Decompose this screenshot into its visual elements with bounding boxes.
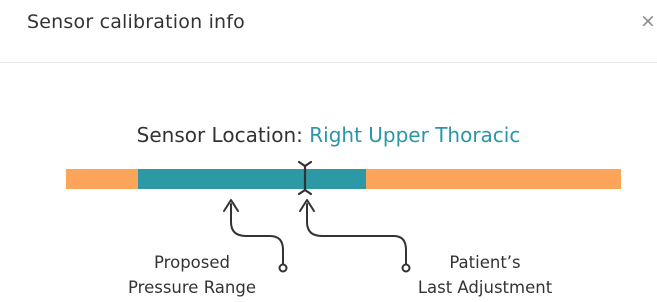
dialog-title: Sensor calibration info bbox=[27, 11, 245, 33]
proposed-pressure-range bbox=[138, 169, 366, 189]
close-icon[interactable]: × bbox=[640, 10, 657, 32]
calibration-dialog: Sensor calibration info × Sensor Locatio… bbox=[0, 0, 657, 302]
sensor-location: Sensor Location: Right Upper Thoracic bbox=[0, 123, 657, 147]
last-adjustment-marker-icon bbox=[297, 160, 312, 196]
proposed-label-line2: Pressure Range bbox=[128, 278, 256, 297]
last-adjustment-arrow-icon bbox=[299, 199, 411, 273]
proposed-label-line1: Proposed bbox=[154, 253, 230, 272]
patient-label-line2: Last Adjustment bbox=[417, 278, 553, 297]
sensor-location-value: Right Upper Thoracic bbox=[309, 123, 521, 147]
patient-label-line1: Patient’s bbox=[449, 253, 521, 272]
dialog-header: Sensor calibration info × bbox=[0, 0, 657, 63]
proposed-pressure-range-label: Proposed Pressure Range bbox=[112, 250, 272, 300]
sensor-location-label: Sensor Location: bbox=[136, 123, 303, 147]
patient-last-adjustment-label: Patient’s Last Adjustment bbox=[400, 250, 570, 300]
pressure-scale-bar bbox=[66, 169, 621, 189]
